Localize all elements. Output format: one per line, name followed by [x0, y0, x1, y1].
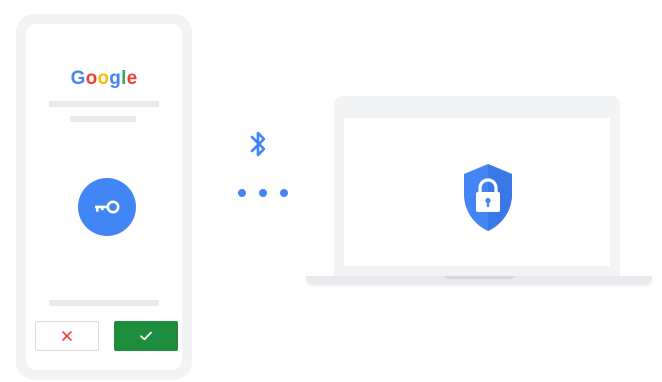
- close-icon: [62, 331, 72, 341]
- deny-button[interactable]: [35, 321, 99, 351]
- logo-letter: o: [85, 68, 98, 89]
- laptop-hinge-notch: [444, 276, 514, 279]
- logo-letter: o: [97, 68, 110, 89]
- connection-dot: [280, 189, 288, 197]
- logo-letter: g: [109, 68, 122, 89]
- bluetooth-icon: [250, 131, 266, 157]
- key-icon: [95, 200, 120, 214]
- connection-dot: [259, 189, 267, 197]
- logo-letter: e: [126, 68, 138, 89]
- connection-dot: [238, 189, 246, 197]
- text-placeholder-line: [49, 300, 159, 306]
- logo-letter: G: [70, 68, 86, 89]
- approve-button[interactable]: [114, 321, 178, 351]
- laptop-screen: [344, 118, 610, 266]
- check-icon: [140, 331, 152, 341]
- laptop-lid: [334, 96, 620, 276]
- shield-lock-icon: [464, 164, 512, 231]
- phone-screen: Google: [26, 24, 182, 370]
- security-key-badge: [78, 178, 136, 236]
- google-logo: Google: [26, 68, 182, 90]
- text-placeholder-line: [49, 101, 159, 107]
- text-placeholder-line: [70, 116, 136, 122]
- phone-device: Google: [16, 14, 192, 380]
